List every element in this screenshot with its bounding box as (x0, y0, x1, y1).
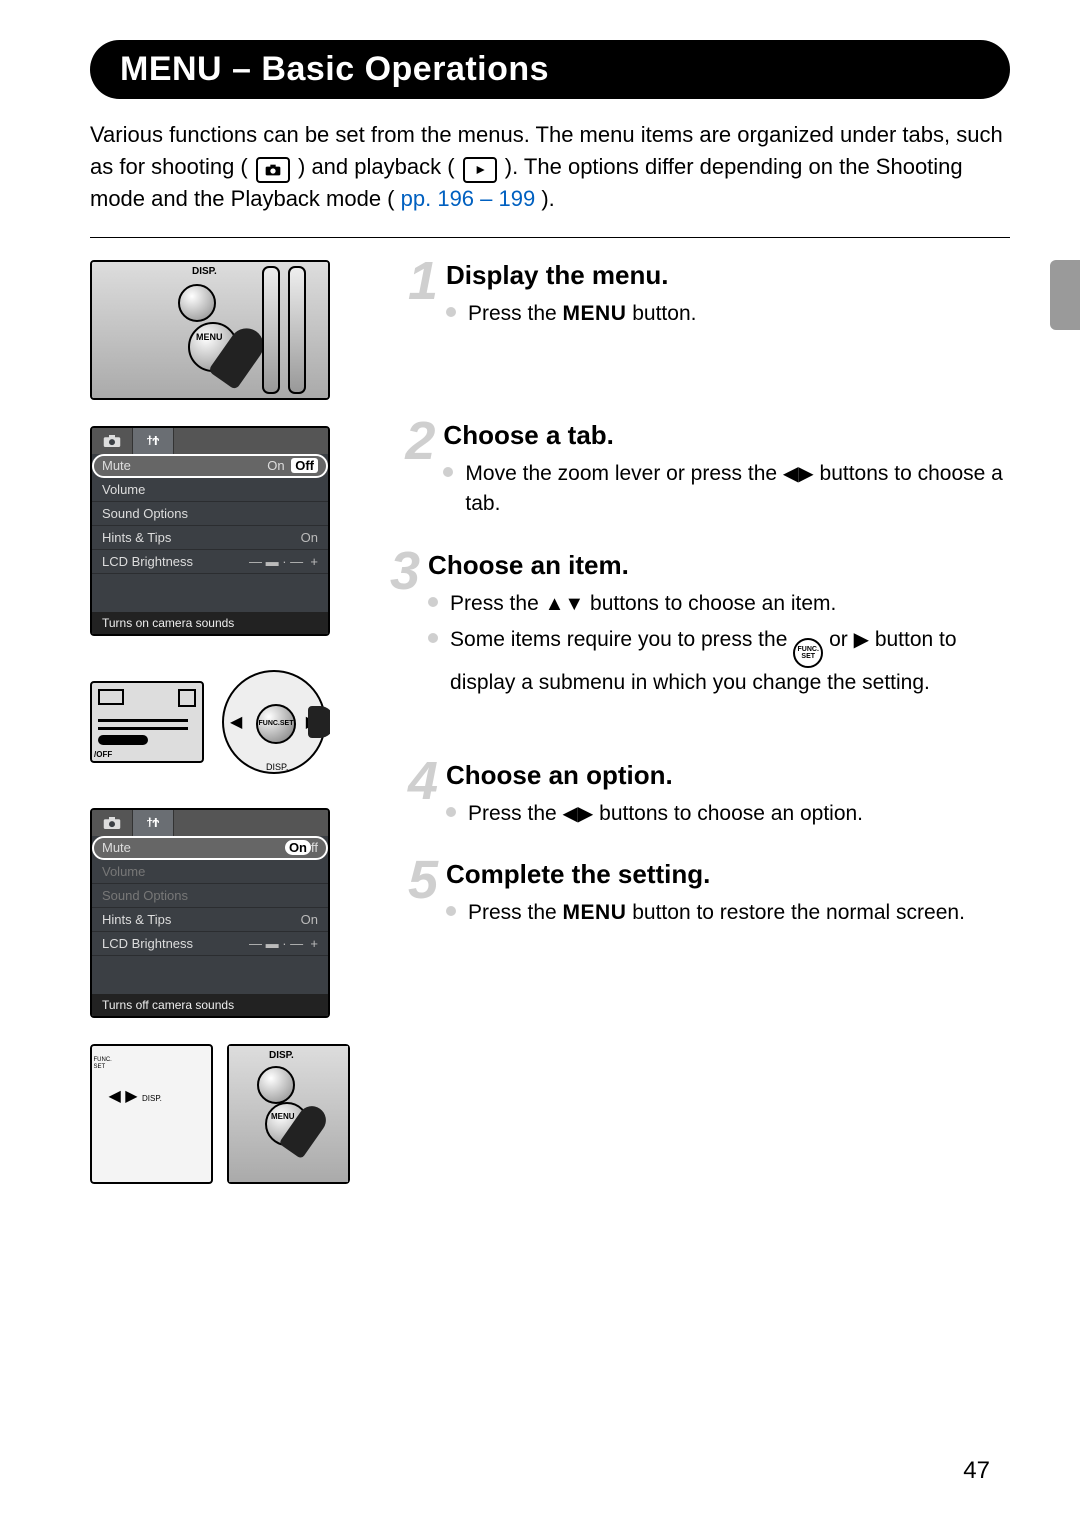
left-right-arrows-icon: ◀▶ (783, 463, 814, 485)
step-2-bullet: Move the zoom lever or press the ◀▶ butt… (443, 459, 1010, 520)
figure-bottom-pair: FUNC. SET ◀ ▶ DISP. DISP. MENU (90, 1044, 350, 1184)
tab-shoot-icon (92, 428, 133, 454)
step-number-2: 2 (390, 420, 433, 526)
disp-label: DISP. (192, 266, 217, 277)
camera-back-small: DISP. MENU (227, 1044, 350, 1184)
mute-label: Mute (102, 458, 131, 473)
page-ref-link[interactable]: pp. 196 – 199 (401, 186, 536, 211)
intro-paragraph: Various functions can be set from the me… (90, 119, 1010, 215)
step-head-4: Choose an option. (446, 760, 863, 791)
step-2: 2 Choose a tab. Move the zoom lever or p… (390, 420, 1010, 526)
menu-glyph: MENU (563, 302, 627, 325)
lcd-zoom-icon: /OFF (90, 681, 204, 763)
step-5: 5 Complete the setting. Press the MENU b… (390, 859, 1010, 934)
step-4: 4 Choose an option. Press the ◀▶ buttons… (390, 760, 1010, 835)
playback-icon (463, 157, 497, 183)
menu-row-brightness: LCD Brightness— ▬ · — + (92, 550, 328, 574)
control-wheel-small: FUNC. SET ◀ ▶ DISP. (90, 1044, 213, 1184)
figure-press-menu: DISP. MENU (90, 260, 330, 400)
volume-label: Volume (102, 482, 145, 497)
mute-on: On (267, 458, 284, 473)
figure-menu-mute-on: ϯϮ Mute Onff Volume Sound Options Hints … (90, 808, 330, 1018)
help-text-1: Turns on camera sounds (92, 612, 328, 634)
step-3: 3 Choose an item. Press the ▲▼ buttons t… (390, 550, 1010, 705)
menu-row-mute: Mute On Off (92, 454, 328, 478)
hints-value: On (301, 530, 318, 545)
step-3-bullet-2: Some items require you to press the FUNC… (428, 625, 1010, 698)
func-set-button: FUNC. SET (256, 704, 296, 744)
step-number-1: 1 (390, 260, 436, 335)
step-number-5: 5 (390, 859, 436, 934)
divider (90, 237, 1010, 238)
left-right-arrows-icon-2: ◀▶ (563, 803, 594, 825)
camera-icon (256, 157, 290, 183)
step-head-1: Display the menu. (446, 260, 696, 291)
step-5-bullet: Press the MENU button to restore the nor… (446, 898, 965, 928)
hints-label: Hints & Tips (102, 530, 171, 545)
title-text: MENU – Basic Operations (120, 50, 549, 88)
mute-off: Off (291, 458, 318, 473)
menu-glyph-2: MENU (563, 901, 627, 924)
step-3-bullet-1: Press the ▲▼ buttons to choose an item. (428, 589, 1010, 619)
menu-row-volume: Volume (92, 478, 328, 502)
page-title: MENU – Basic Operations (90, 40, 1010, 99)
menu-btn-label: MENU (196, 332, 223, 342)
intro-close: ). (541, 186, 554, 211)
figure-controls: /OFF FUNC. SET ◀ ▶ DISP. (90, 662, 330, 782)
step-1: 1 Display the menu. Press the MENU butto… (390, 260, 1010, 335)
step-head-3: Choose an item. (428, 550, 1010, 581)
step-1-bullet: Press the MENU button. (446, 299, 696, 329)
menu-row-sound: Sound Options (92, 502, 328, 526)
step-number-4: 4 (390, 760, 436, 835)
steps-column: 1 Display the menu. Press the MENU butto… (390, 260, 1010, 1184)
control-wheel: FUNC. SET ◀ ▶ DISP. (222, 670, 326, 774)
step-head-5: Complete the setting. (446, 859, 965, 890)
manual-page: MENU – Basic Operations Various function… (0, 0, 1080, 1521)
thumb-index-tab (1050, 260, 1080, 330)
step-4-bullet: Press the ◀▶ buttons to choose an option… (446, 799, 863, 829)
up-down-arrows-icon: ▲▼ (545, 593, 585, 615)
tab-tools-icon: ϯϮ (133, 428, 174, 454)
step-number-3: 3 (390, 550, 418, 705)
step-head-2: Choose a tab. (443, 420, 1010, 451)
intro-text-2: ) and playback ( (298, 154, 455, 179)
page-number: 47 (963, 1457, 990, 1485)
illustration-column: DISP. MENU ϯϮ Mute (90, 260, 350, 1184)
menu-row-hints: Hints & Tips On (92, 526, 328, 550)
menu-row-mute-2: Mute Onff (92, 836, 328, 860)
func-set-icon: FUNC. SET (793, 638, 823, 668)
help-text-2: Turns off camera sounds (92, 994, 328, 1016)
brightness-label: LCD Brightness (102, 554, 193, 569)
figure-menu-mute-off: ϯϮ Mute On Off Volume Sound Options Hint… (90, 426, 330, 636)
sound-label: Sound Options (102, 506, 188, 521)
right-arrow-icon: ▶ (854, 629, 869, 651)
content-columns: DISP. MENU ϯϮ Mute (90, 260, 1010, 1184)
